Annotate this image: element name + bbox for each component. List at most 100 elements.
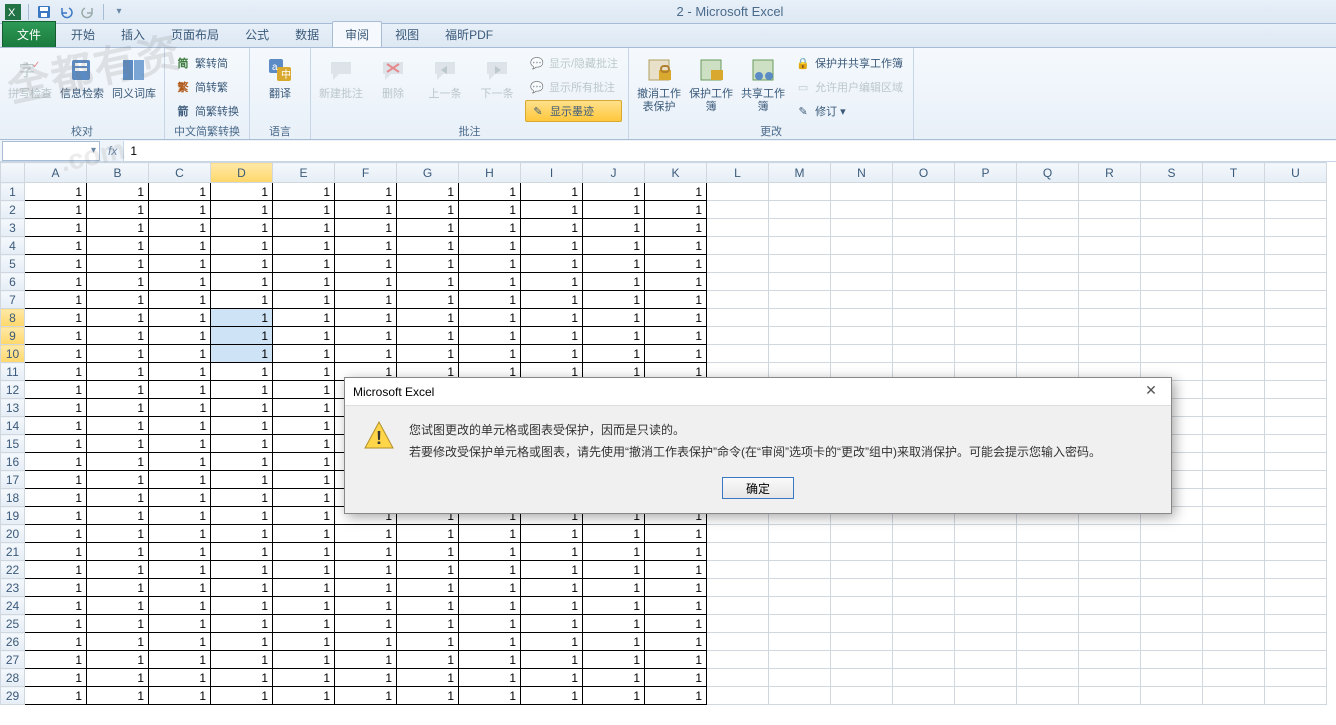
cell[interactable] — [769, 327, 831, 345]
cell[interactable] — [1079, 543, 1141, 561]
cell[interactable]: 1 — [521, 291, 583, 309]
cell[interactable] — [1203, 381, 1265, 399]
cell[interactable]: 1 — [521, 219, 583, 237]
cell[interactable] — [1141, 219, 1203, 237]
cell[interactable]: 1 — [211, 381, 273, 399]
undo-icon[interactable] — [57, 3, 75, 21]
cell[interactable]: 1 — [25, 381, 87, 399]
cell[interactable]: 1 — [149, 327, 211, 345]
fx-icon[interactable]: fx — [108, 144, 117, 158]
cell[interactable] — [1265, 255, 1327, 273]
cell[interactable] — [1141, 597, 1203, 615]
cell[interactable] — [1265, 435, 1327, 453]
cell[interactable] — [1141, 345, 1203, 363]
cell[interactable] — [893, 669, 955, 687]
cell[interactable]: 1 — [25, 273, 87, 291]
cell[interactable] — [1265, 615, 1327, 633]
cell[interactable]: 1 — [583, 345, 645, 363]
cell[interactable]: 1 — [459, 237, 521, 255]
cell[interactable]: 1 — [149, 237, 211, 255]
column-header[interactable]: G — [397, 163, 459, 183]
column-header[interactable]: R — [1079, 163, 1141, 183]
protect-workbook-button[interactable]: 保护工作簿 — [687, 52, 735, 122]
cell[interactable] — [1017, 255, 1079, 273]
cell[interactable] — [955, 327, 1017, 345]
tab-data[interactable]: 数据 — [282, 21, 332, 47]
cell[interactable] — [1203, 345, 1265, 363]
cell[interactable]: 1 — [459, 183, 521, 201]
cell[interactable]: 1 — [583, 219, 645, 237]
cell[interactable]: 1 — [273, 201, 335, 219]
cell[interactable] — [769, 201, 831, 219]
cell[interactable] — [707, 273, 769, 291]
cell[interactable] — [1017, 345, 1079, 363]
cell[interactable]: 1 — [149, 291, 211, 309]
cell[interactable]: 1 — [25, 633, 87, 651]
column-header[interactable]: C — [149, 163, 211, 183]
cell[interactable]: 1 — [273, 345, 335, 363]
cell[interactable]: 1 — [459, 669, 521, 687]
cell[interactable]: 1 — [459, 651, 521, 669]
cell[interactable]: 1 — [211, 363, 273, 381]
cell[interactable] — [1017, 633, 1079, 651]
cell[interactable]: 1 — [87, 489, 149, 507]
cell[interactable] — [1203, 471, 1265, 489]
tab-insert[interactable]: 插入 — [108, 21, 158, 47]
show-ink-button[interactable]: ✎显示墨迹 — [525, 100, 622, 122]
cell[interactable] — [1203, 597, 1265, 615]
cell[interactable] — [831, 219, 893, 237]
cell[interactable] — [1265, 183, 1327, 201]
cell[interactable] — [707, 651, 769, 669]
cell[interactable]: 1 — [397, 633, 459, 651]
cell[interactable]: 1 — [87, 309, 149, 327]
cell[interactable]: 1 — [273, 561, 335, 579]
cell[interactable]: 1 — [149, 561, 211, 579]
cell[interactable] — [955, 309, 1017, 327]
cell[interactable]: 1 — [149, 345, 211, 363]
cell[interactable] — [707, 669, 769, 687]
cell[interactable] — [1017, 579, 1079, 597]
cell[interactable]: 1 — [149, 579, 211, 597]
cell[interactable]: 1 — [25, 597, 87, 615]
cell[interactable]: 1 — [25, 435, 87, 453]
cell[interactable]: 1 — [211, 327, 273, 345]
cell[interactable]: 1 — [211, 435, 273, 453]
row-header[interactable]: 16 — [1, 453, 25, 471]
cell[interactable] — [1017, 273, 1079, 291]
cell[interactable] — [893, 291, 955, 309]
cell[interactable] — [955, 543, 1017, 561]
cell[interactable] — [769, 579, 831, 597]
column-header[interactable]: A — [25, 163, 87, 183]
cell[interactable] — [831, 309, 893, 327]
cell[interactable] — [893, 561, 955, 579]
column-header[interactable]: T — [1203, 163, 1265, 183]
cell[interactable] — [831, 345, 893, 363]
cell[interactable]: 1 — [87, 633, 149, 651]
prev-comment-button[interactable]: 上一条 — [421, 52, 469, 122]
cell[interactable] — [1265, 471, 1327, 489]
cell[interactable]: 1 — [87, 453, 149, 471]
column-header[interactable]: Q — [1017, 163, 1079, 183]
cell[interactable]: 1 — [87, 615, 149, 633]
cell[interactable] — [1265, 327, 1327, 345]
cell[interactable]: 1 — [459, 273, 521, 291]
cell[interactable] — [707, 327, 769, 345]
cell[interactable] — [1141, 561, 1203, 579]
cell[interactable] — [1265, 291, 1327, 309]
cell[interactable]: 1 — [149, 201, 211, 219]
cell[interactable]: 1 — [521, 309, 583, 327]
tab-home[interactable]: 开始 — [58, 21, 108, 47]
cell[interactable] — [1265, 381, 1327, 399]
cell[interactable]: 1 — [645, 579, 707, 597]
column-header[interactable]: I — [521, 163, 583, 183]
cell[interactable]: 1 — [25, 579, 87, 597]
cell[interactable]: 1 — [583, 327, 645, 345]
cell[interactable]: 1 — [149, 687, 211, 705]
cell[interactable] — [1141, 651, 1203, 669]
cell[interactable]: 1 — [273, 435, 335, 453]
cell[interactable]: 1 — [211, 399, 273, 417]
next-comment-button[interactable]: 下一条 — [473, 52, 521, 122]
cell[interactable] — [1079, 183, 1141, 201]
cell[interactable] — [707, 579, 769, 597]
cell[interactable] — [831, 255, 893, 273]
